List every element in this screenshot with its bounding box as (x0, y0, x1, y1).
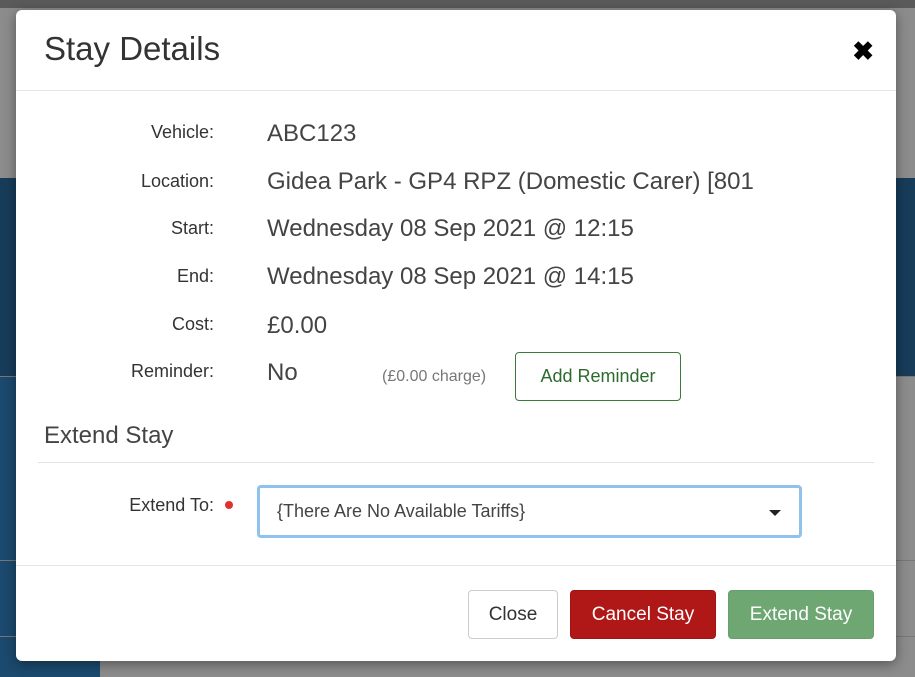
backdrop-top-bar (0, 0, 915, 8)
section-divider (38, 462, 874, 463)
close-button[interactable]: Close (468, 590, 558, 639)
modal-header: Stay Details ✖ (16, 10, 896, 91)
select-value: {There Are No Available Tariffs} (277, 501, 526, 521)
reminder-charge: (£0.00 charge) (382, 368, 487, 385)
reminder-value: No (267, 359, 298, 386)
start-value: Wednesday 08 Sep 2021 @ 12:15 (267, 215, 634, 242)
location-label: Location: (140, 171, 214, 191)
footer-divider (16, 565, 896, 566)
chevron-down-icon (769, 510, 781, 516)
vehicle-value: ABC123 (267, 120, 357, 147)
stay-details-modal: Stay Details ✖ Vehicle: ABC123 Location:… (16, 10, 896, 661)
location-value: Gidea Park - GP4 RPZ (Domestic Carer) [8… (267, 168, 754, 195)
close-icon[interactable]: ✖ (852, 36, 874, 67)
add-reminder-button[interactable]: Add Reminder (515, 352, 681, 401)
modal-title: Stay Details (44, 30, 221, 67)
cost-label: Cost: (171, 314, 214, 334)
start-label: Start: (170, 218, 214, 238)
end-value: Wednesday 08 Sep 2021 @ 14:15 (267, 263, 634, 290)
extend-tariff-select[interactable]: {There Are No Available Tariffs} (257, 485, 802, 538)
vehicle-label: Vehicle: (150, 122, 214, 142)
cancel-stay-button[interactable]: Cancel Stay (570, 590, 716, 639)
extend-stay-heading: Extend Stay (44, 422, 174, 449)
required-indicator (225, 501, 233, 509)
extend-to-label: Extend To: (129, 495, 214, 515)
end-label: End: (176, 266, 214, 286)
extend-stay-button[interactable]: Extend Stay (728, 590, 874, 639)
reminder-label: Reminder: (130, 361, 214, 381)
cost-value: £0.00 (267, 312, 328, 339)
